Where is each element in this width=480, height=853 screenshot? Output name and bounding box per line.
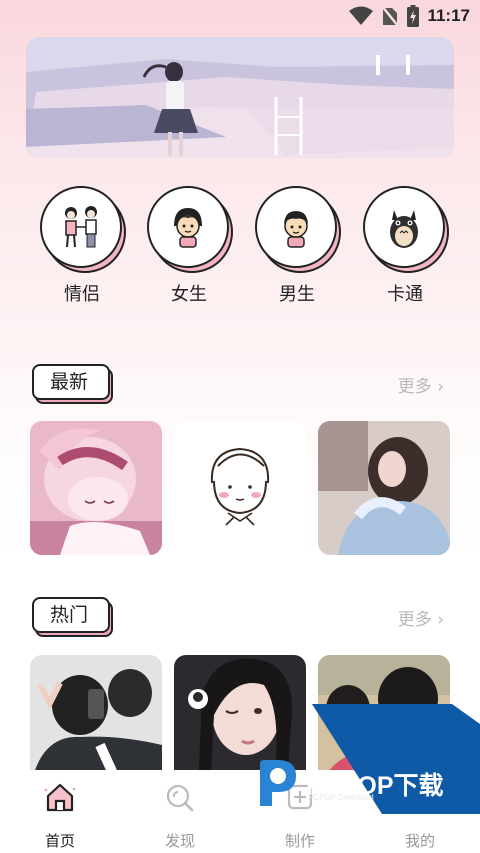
tab-discover[interactable]: 发现 (140, 780, 220, 851)
category-row: 情侣 女生 男生 卡通 (0, 186, 480, 316)
category-label: 卡通 (387, 284, 423, 305)
latest-item-doodle-girl[interactable] (174, 421, 306, 555)
category-cartoon[interactable]: 卡通 (359, 186, 451, 306)
watermark-subtitle: PCPOP Download (308, 793, 374, 802)
section-title: 最新 (32, 364, 110, 400)
discover-icon (166, 784, 194, 812)
category-girl[interactable]: 女生 (143, 186, 235, 306)
couple-icon (65, 206, 97, 248)
category-label: 女生 (171, 284, 207, 305)
wifi-icon (349, 6, 374, 25)
tab-label: 发现 (164, 832, 195, 850)
hot-header: 热门 更多 › (0, 597, 480, 637)
tab-home[interactable]: 首页 (20, 780, 100, 851)
section-title: 热门 (32, 597, 110, 633)
boy-icon (284, 211, 308, 248)
latest-item-girl-photo[interactable] (318, 421, 450, 555)
tab-label: 首页 (44, 832, 75, 850)
hot-more-link[interactable]: 更多 › (398, 605, 444, 630)
latest-item-sleeping-anime-girl[interactable] (30, 421, 162, 555)
category-label: 情侣 (64, 284, 100, 305)
totoro-icon (390, 210, 418, 248)
latest-row (30, 421, 450, 555)
banner-image[interactable] (26, 37, 454, 158)
category-couple[interactable]: 情侣 (36, 186, 128, 306)
status-bar: 11:17 (0, 0, 480, 32)
tab-label: 制作 (284, 832, 315, 850)
clock: 11:17 (427, 6, 470, 25)
category-label: 男生 (279, 284, 315, 305)
watermark-p-icon (260, 760, 296, 806)
latest-more-link[interactable]: 更多 › (398, 372, 444, 397)
battery-charging-icon (407, 5, 420, 27)
home-icon (44, 783, 76, 812)
tab-label: 我的 (404, 832, 435, 850)
latest-header: 最新 更多 › (0, 364, 480, 404)
girl-icon (174, 208, 202, 248)
category-boy[interactable]: 男生 (251, 186, 343, 306)
hot-tag: 热门 (32, 597, 113, 637)
hot-item-mirror-selfie[interactable] (30, 655, 162, 789)
no-sim-icon (381, 5, 400, 27)
latest-tag: 最新 (32, 364, 113, 404)
